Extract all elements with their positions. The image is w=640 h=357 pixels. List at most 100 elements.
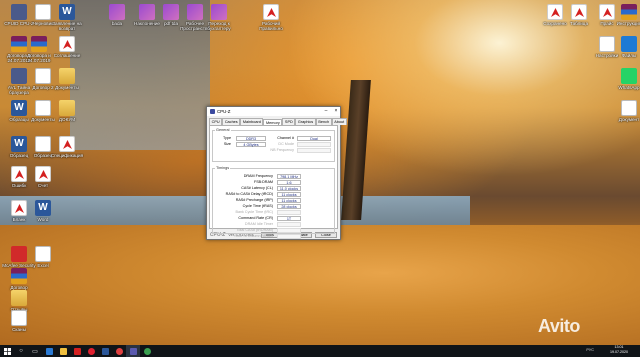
desktop-icon-label: Договор 2 [32,85,54,90]
search-icon[interactable]: ○ [14,345,28,357]
rar-icon [11,268,27,284]
desktop-icon[interactable]: Word [26,200,60,227]
winrar2-icon [109,4,125,20]
timing-label: Cycle Time (tRAS) [242,204,273,208]
doc-icon [35,136,51,152]
desktop-icon-label: bada [111,21,123,26]
desktop-icon-label: Рабочий Правильно [259,21,283,31]
timing-value [277,233,301,239]
folder-icon [59,100,75,116]
red-icon [11,246,27,262]
desktop-icon[interactable]: Документ [612,100,640,127]
desktop-icon-label: Переход к бухгалтеру [207,21,231,31]
word-icon [11,136,27,152]
desktop-icon[interactable]: Сканы [2,310,36,337]
general-group-title: General [215,128,231,132]
size-value: 4 GBytes [236,141,266,147]
tab-caches[interactable]: Caches [222,118,241,125]
desktop-icon[interactable]: Рабочий Правильно [254,4,288,31]
timing-value [277,227,301,233]
close-icon[interactable]: × [332,107,340,116]
memory-pane: General Type DDR3 Channel # Dual Size 4 … [209,125,338,239]
doc-icon [11,310,27,326]
pdf-icon [547,4,563,20]
timing-label: RAS# to CAS# Delay (tRCD) [225,192,273,196]
desktop-icon[interactable]: bada [100,4,134,31]
pdf-icon [35,166,51,182]
taskbar-app-yandex[interactable] [112,345,126,357]
timing-value: 28 clocks [277,203,301,209]
taskbar-app-explorer[interactable] [56,345,70,357]
timings-group-title: Timings [215,166,231,170]
timing-label: DRAM Frequency [243,174,273,178]
word-icon [11,100,27,116]
window-title: CPU-Z [217,109,231,114]
taskbar-app-opera[interactable] [84,345,98,357]
word-icon [35,200,51,216]
desktop-icon[interactable]: Переход к бухгалтеру [202,4,236,31]
pdf-icon [11,200,27,216]
desktop-icon[interactable]: Спецификация [50,136,84,163]
desktop-icon[interactable]: Инструкция [612,4,640,31]
taskbar-app-chrome[interactable] [140,345,154,357]
desktop-icon-label: Документы [31,117,55,122]
dcmode-value [297,141,331,147]
task-view-icon[interactable]: ▭ [28,345,42,357]
pdf-icon [263,4,279,20]
size-label: Size [223,142,231,146]
doc-icon [35,68,51,84]
desktop-icon[interactable]: Счет [26,166,60,193]
doc-icon [35,4,51,20]
desktop-icon-label: Счет [37,183,49,188]
desktop-icon[interactable]: Заявление на возврат [50,4,84,31]
timing-row: Row To Column (tRCD) [213,233,334,239]
tab-spd[interactable]: SPD [282,118,296,125]
doc-icon [621,100,637,116]
desktop-icon[interactable]: Документы [26,100,60,127]
pdf-icon [59,36,75,52]
desktop-icon-label: Заявление на возврат [52,21,82,31]
timing-label: CAS# Latency (CL) [241,186,273,190]
folder-icon [59,68,75,84]
timing-value: 11 clocks [277,191,301,197]
doc-icon [35,100,51,116]
tab-about[interactable]: About [331,118,347,125]
winrar2-icon [163,4,179,20]
taskbar-app-word[interactable] [98,345,112,357]
desktop-icon[interactable]: Договор 2 [26,68,60,95]
taskbar-app-cpuz[interactable] [126,345,140,357]
desktop-icon-label: Файлы [621,53,637,58]
tab-bench[interactable]: Bench [315,118,332,125]
windows-icon [3,347,11,355]
tab-mainboard[interactable]: Mainboard [240,118,264,125]
desktop-icon[interactable]: Excel [26,246,60,273]
tab-graphics[interactable]: Graphics [295,118,316,125]
cpuz-window: CPU-Z – × CPU Caches Mainboard Memory SPD Gra… [206,106,347,240]
taskbar-app-edge[interactable] [42,345,56,357]
timing-value: 1:6 [277,179,301,185]
winrar2-icon [139,4,155,20]
taskbar-app-adobe[interactable] [70,345,84,357]
title-bar[interactable]: CPU-Z – × [207,107,340,116]
desktop-icon[interactable]: Соглашение [50,36,84,63]
folder-icon [11,290,27,306]
timing-value: 1T [277,215,301,221]
desktop-icon[interactable]: Файлы [612,36,640,63]
timing-label: Total CAS# (tRDRAM) [236,228,273,232]
desktop-icon-label: WhatsApp [618,85,640,90]
language-indicator[interactable]: РУС [586,348,594,352]
system-clock[interactable]: 13:01 19.07.2020 [610,345,628,355]
tab-cpu[interactable]: CPU [209,118,223,125]
dcmode-label: DC Mode [278,142,294,146]
desktop-icon[interactable]: WhatsApp [612,68,640,95]
start-button[interactable] [0,345,14,357]
type-label: Type [223,136,231,140]
desktop-icon-label: Спецификация [50,153,84,158]
timing-value: 11.0 clocks [277,185,301,191]
minimize-icon[interactable]: – [322,107,330,116]
chip-icon [11,4,27,20]
timing-label: Row To Column (tRCD) [234,234,273,238]
timing-label: FSB:DRAM [253,180,273,184]
channel-label: Channel # [277,136,294,140]
timings-group: Timings DRAM Frequency 798.1 MHz FSB:DRAM 1… [212,166,335,239]
